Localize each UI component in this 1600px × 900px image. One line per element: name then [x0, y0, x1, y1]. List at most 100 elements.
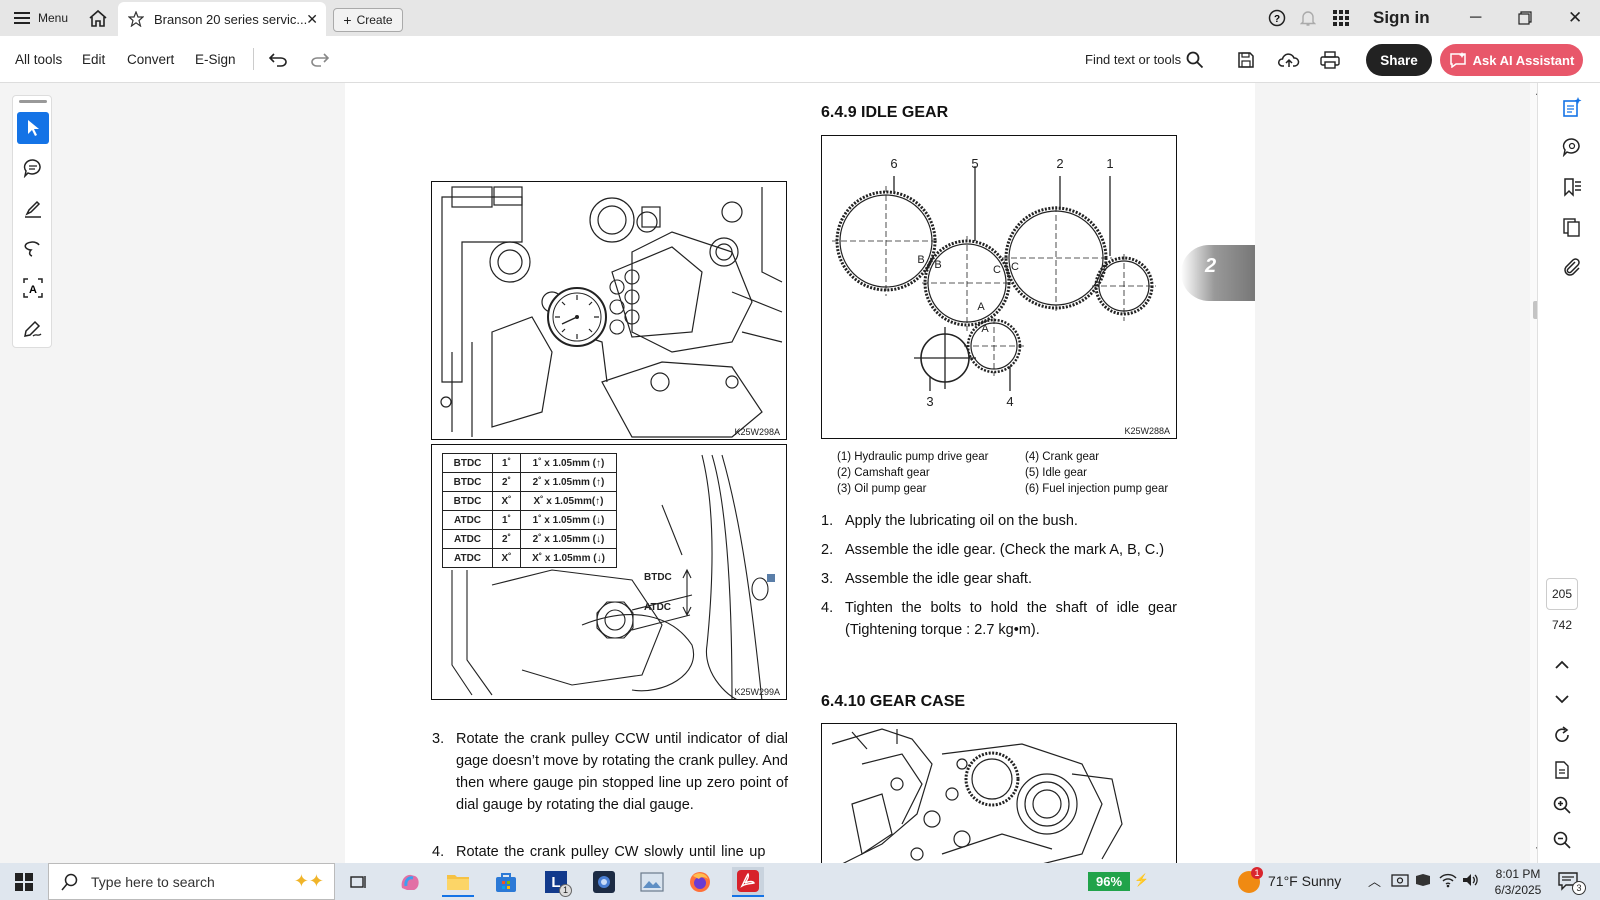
home-button[interactable] [88, 0, 108, 36]
share-button[interactable]: Share [1366, 44, 1432, 76]
current-page-input[interactable]: 205 [1546, 578, 1578, 610]
step-text: Rotate the crank pulley CW slowly until … [456, 844, 766, 860]
close-window-button[interactable]: ✕ [1568, 0, 1582, 36]
text-recognition-tool[interactable]: A [17, 272, 49, 304]
search-placeholder: Type here to search [91, 873, 215, 890]
draw-tool[interactable] [17, 232, 49, 264]
menu-button[interactable]: Menu [14, 0, 68, 36]
edit-menu[interactable]: Edit [82, 36, 105, 83]
search-icon [1186, 51, 1204, 68]
tray-chevron-icon[interactable]: ︿ [1368, 871, 1381, 890]
zoom-out-button[interactable] [1550, 828, 1574, 852]
timing-table-cell: X˚ [492, 491, 521, 511]
wifi-icon[interactable] [1439, 872, 1457, 893]
ask-ai-button[interactable]: Ask AI Assistant [1440, 44, 1583, 76]
step-text: Assemble the idle gear. (Check the mark … [845, 542, 1165, 558]
find-text-label[interactable]: Find text or tools [1085, 36, 1181, 83]
help-button[interactable]: ? [1268, 0, 1286, 36]
timing-table-cell: X˚ [492, 548, 521, 568]
weather-sun-icon[interactable]: 1 [1238, 867, 1263, 893]
chapter-number: 2 [1205, 255, 1217, 277]
timing-table-cell: BTDC [442, 453, 493, 473]
cursor-arrow-icon [28, 120, 39, 136]
ai-summary-button[interactable] [1560, 95, 1584, 119]
timing-table-cell: 2˚ [492, 472, 521, 492]
print-button[interactable] [1320, 36, 1340, 83]
store-app[interactable] [490, 867, 522, 897]
hamburger-icon [14, 12, 30, 24]
task-view-button[interactable] [343, 867, 375, 897]
rotate-icon [1555, 726, 1569, 742]
attachments-button[interactable] [1560, 255, 1584, 279]
star-icon[interactable] [128, 11, 144, 27]
step-text: Rotate the crank pulley CCW until indica… [456, 731, 788, 813]
tray-meet-icon[interactable] [1391, 872, 1409, 893]
weather-text[interactable]: 71°F Sunny [1268, 873, 1341, 889]
rail-grip[interactable] [19, 100, 47, 103]
close-tab-icon[interactable]: ✕ [306, 11, 318, 28]
find-search-button[interactable] [1186, 36, 1204, 83]
rotate-button[interactable] [1550, 723, 1574, 747]
home-icon [89, 9, 107, 27]
esign-menu[interactable]: E-Sign [195, 36, 236, 83]
apps-button[interactable] [1333, 0, 1349, 36]
idle-step-2: 2. Assemble the idle gear. (Check the ma… [821, 539, 1177, 561]
timing-table-cell: X˚ x 1.05mm (↓) [520, 548, 617, 568]
restore-icon [1518, 11, 1532, 25]
gear-number-label: 4 [1006, 394, 1013, 409]
save-button[interactable] [1237, 36, 1255, 83]
timing-mark-label: C [1011, 261, 1019, 273]
comments-panel-button[interactable] [1560, 135, 1584, 159]
tray-battery-icon[interactable] [1414, 872, 1432, 893]
gear-case-figure [821, 723, 1177, 868]
redo-button[interactable] [310, 36, 330, 83]
zoom-in-button[interactable] [1550, 793, 1574, 817]
upload-button[interactable] [1278, 36, 1300, 83]
figure-code: K25W298A [734, 427, 780, 437]
minimize-button[interactable]: ─ [1470, 0, 1481, 36]
convert-menu[interactable]: Convert [127, 36, 174, 83]
undo-button[interactable] [268, 36, 288, 83]
clock[interactable]: 8:01 PM 6/3/2025 [1492, 866, 1544, 898]
ai-chat-icon [1449, 52, 1466, 68]
photos-app[interactable] [636, 867, 668, 897]
copilot-app[interactable] [394, 867, 426, 897]
start-button[interactable] [8, 867, 40, 897]
next-page-button[interactable] [1550, 687, 1574, 711]
media-app[interactable] [588, 867, 620, 897]
timing-table-row: ATDC X˚ X˚ x 1.05mm (↓) [442, 548, 617, 568]
comment-tool[interactable] [17, 152, 49, 184]
battery-indicator[interactable]: 96% [1088, 872, 1130, 891]
select-tool[interactable] [17, 112, 49, 144]
clock-date: 6/3/2025 [1494, 883, 1542, 897]
gear-legend-right: (4) Crank gear (5) Idle gear (6) Fuel in… [1025, 451, 1185, 499]
sign-tool[interactable] [17, 312, 49, 344]
pages-panel-button[interactable] [1560, 215, 1584, 239]
all-tools-menu[interactable]: All tools [15, 36, 62, 83]
page-display-button[interactable] [1550, 758, 1574, 782]
previous-page-button[interactable] [1550, 653, 1574, 677]
sign-in-link[interactable]: Sign in [1373, 0, 1430, 36]
create-button[interactable]: + Create [333, 8, 403, 32]
l-app[interactable]: L 1 [540, 867, 572, 897]
taskbar-search[interactable]: Type here to search ✦✦ [48, 863, 335, 900]
notification-count: 3 [1572, 881, 1586, 895]
signature-pen-icon [24, 320, 42, 337]
file-explorer-app[interactable] [442, 867, 474, 897]
acrobat-app[interactable] [732, 867, 764, 897]
zoom-out-icon [1553, 831, 1571, 849]
restore-button[interactable] [1518, 0, 1532, 36]
bookmarks-button[interactable] [1560, 175, 1584, 199]
notifications-button[interactable] [1300, 0, 1316, 36]
document-tab[interactable]: Branson 20 series servic... ✕ [118, 2, 326, 36]
timing-table-cell: 2˚ x 1.05mm (↓) [520, 529, 617, 549]
bookmark-icon [1564, 178, 1581, 197]
highlight-tool[interactable] [17, 192, 49, 224]
title-bar: Menu Branson 20 series servic... ✕ + Cre… [0, 0, 1600, 36]
legend-item: (3) Oil pump gear [837, 483, 927, 495]
notification-center-button[interactable]: 3 [1558, 871, 1586, 896]
timing-mark-label: B [934, 259, 941, 271]
gear-case-heading: 6.4.10 GEAR CASE [821, 693, 966, 710]
volume-icon[interactable] [1462, 872, 1480, 893]
firefox-app[interactable] [684, 867, 716, 897]
